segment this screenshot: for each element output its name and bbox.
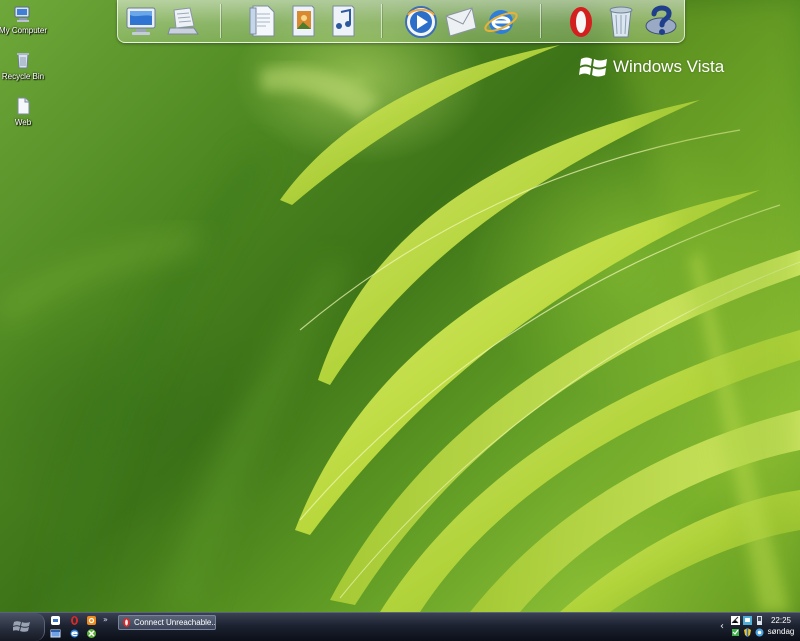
desktop-icon-label: My Computer [0,26,47,35]
quick-launch-more-button[interactable]: » [103,615,108,624]
opera-icon [570,7,592,37]
dock-item-media-player[interactable] [402,2,440,40]
ie-small-icon[interactable] [69,628,80,639]
windows-flag-icon [13,621,30,632]
clock-day: søndag [767,627,795,636]
network-tray-icon[interactable] [731,616,740,625]
tray-expand-button[interactable]: ‹ [720,621,724,632]
opera-small-icon[interactable] [69,615,80,626]
dock-item-computer[interactable] [122,2,160,40]
desktop-icon-my-computer[interactable]: My Computer [0,4,51,35]
logo-text: Windows Vista [613,57,725,76]
dock-separator [220,4,221,38]
dock-item-opera[interactable] [562,2,600,40]
feed-icon[interactable] [86,615,97,626]
dock-item-internet-explorer[interactable] [482,2,520,40]
taskbar-clock[interactable]: 22:25 søndag [764,615,798,637]
shield-tray-icon[interactable] [743,628,752,637]
dock-separator [381,4,382,38]
web-document-icon [17,97,30,115]
help-question-icon [645,5,677,35]
media-player-icon [405,6,437,38]
taskbar: » Connect Unreachable... ‹ 22:25 søndag [0,612,800,641]
messenger-tray-icon[interactable] [755,628,764,637]
clock-time: 22:25 [770,616,792,625]
my-computer-icon [14,6,30,22]
xbox-icon[interactable] [86,628,97,639]
windows-flag-icon [579,57,607,77]
dock-item-documents[interactable] [244,2,282,40]
dock-bar [117,0,685,43]
pictures-folder-icon [292,5,315,37]
display-tray-icon[interactable] [743,616,752,625]
desktop-icon-web[interactable]: Web [0,96,51,127]
mail-envelope-icon [445,7,477,37]
window-switcher-icon[interactable] [50,628,61,639]
windows-vista-logo: Windows Vista [579,52,724,82]
dock-item-mail[interactable] [442,2,480,40]
document-icon [249,5,275,37]
show-desktop-icon[interactable] [50,615,61,626]
wallpaper-leaves [0,0,800,612]
desktop-icon-recycle-bin[interactable]: Recycle Bin [0,50,51,81]
dock-item-music[interactable] [324,2,362,40]
security-tray-icon[interactable] [731,628,740,637]
trash-can-icon [609,6,633,38]
dock-item-pictures[interactable] [284,2,322,40]
dock-item-help[interactable] [642,2,680,40]
dock-separator [540,4,541,38]
dock-item-recycle-bin[interactable] [602,2,640,40]
scanner-icon [167,7,199,35]
recycle-bin-icon [17,53,29,69]
music-folder-icon [332,5,355,37]
desktop-icon-label: Web [14,118,32,127]
opera-task-icon [123,618,130,627]
taskbar-button-label: Connect Unreachable... [134,618,216,627]
dock-item-network-scanner[interactable] [164,2,202,40]
taskbar-button-connect-unreachable[interactable]: Connect Unreachable... [118,615,216,630]
internet-explorer-icon [484,10,518,34]
monitor-icon [126,7,156,35]
device-tray-icon[interactable] [755,616,764,625]
desktop-background[interactable]: My Computer Recycle Bin Web Windows Vist… [0,0,800,612]
start-button[interactable] [0,613,45,641]
desktop-icon-label: Recycle Bin [1,72,45,81]
